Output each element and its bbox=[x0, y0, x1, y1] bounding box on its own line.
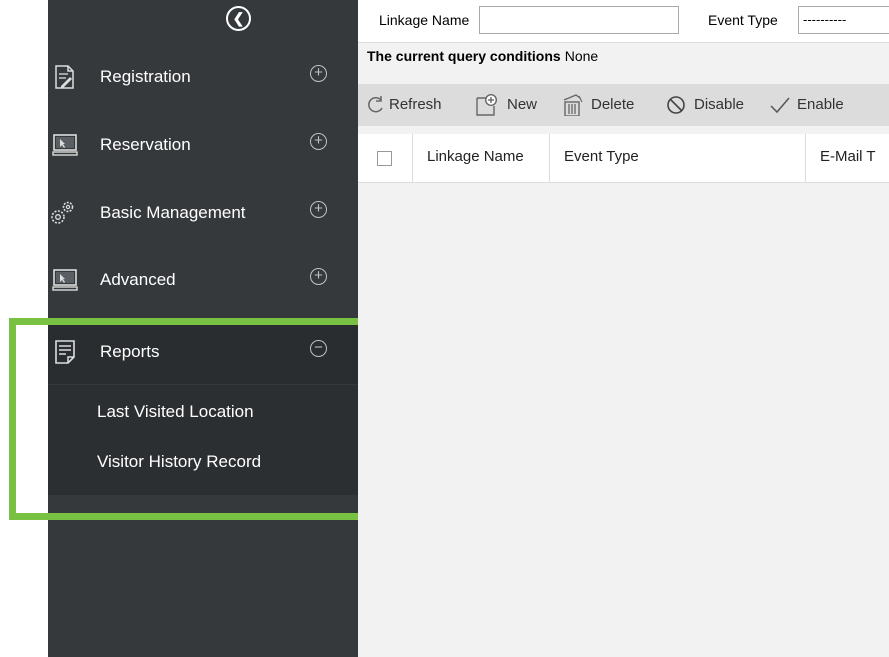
query-conditions: The current query conditions None bbox=[358, 48, 598, 70]
new-icon bbox=[476, 94, 497, 116]
disable-button[interactable]: Disable bbox=[666, 94, 766, 116]
select-all-column bbox=[358, 134, 413, 182]
linkage-name-label: Linkage Name bbox=[379, 12, 470, 28]
enable-button[interactable]: Enable bbox=[769, 94, 869, 116]
disable-icon bbox=[667, 96, 685, 114]
sidebar-item-registration[interactable]: Registration + bbox=[48, 45, 358, 109]
monitor-icon bbox=[52, 269, 78, 291]
refresh-label: Refresh bbox=[389, 96, 442, 113]
expand-icon[interactable]: + bbox=[310, 201, 327, 218]
sidebar-item-label: Advanced bbox=[100, 270, 176, 289]
sidebar-item-basic-management[interactable]: Basic Management + bbox=[48, 181, 358, 245]
expand-icon[interactable]: + bbox=[310, 268, 327, 285]
select-all-checkbox[interactable] bbox=[377, 151, 392, 166]
collapse-sidebar-icon[interactable]: ❮ bbox=[226, 6, 251, 31]
refresh-button[interactable]: Refresh bbox=[366, 94, 461, 116]
delete-button[interactable]: Delete bbox=[562, 94, 657, 116]
registration-icon bbox=[55, 65, 74, 89]
reservation-icon bbox=[52, 134, 78, 156]
event-type-select[interactable]: ---------- bbox=[798, 6, 889, 34]
linkage-name-input[interactable] bbox=[479, 6, 679, 34]
toolbar: Refresh New Delete Disable Enable bbox=[358, 84, 889, 126]
enable-label: Enable bbox=[797, 96, 844, 113]
query-conditions-value: None bbox=[564, 48, 599, 64]
delete-label: Delete bbox=[591, 96, 635, 113]
sidebar-item-label: Reservation bbox=[100, 135, 191, 154]
new-label: New bbox=[507, 96, 538, 113]
sidebar-item-label: Basic Management bbox=[100, 203, 246, 222]
refresh-icon bbox=[368, 96, 383, 113]
highlight-box bbox=[9, 318, 408, 520]
delete-icon bbox=[563, 94, 583, 116]
table-header: Linkage Name Event Type E-Mail T bbox=[358, 134, 889, 183]
sidebar-item-label: Registration bbox=[100, 67, 191, 86]
column-header[interactable]: Event Type bbox=[550, 134, 806, 182]
query-conditions-label: The current query conditions bbox=[367, 48, 561, 64]
sidebar-item-reservation[interactable]: Reservation + bbox=[48, 113, 358, 177]
filter-bar: Linkage Name Event Type ---------- bbox=[358, 0, 889, 43]
event-type-label: Event Type bbox=[708, 12, 778, 28]
expand-icon[interactable]: + bbox=[310, 133, 327, 150]
column-header[interactable]: E-Mail T bbox=[806, 134, 889, 182]
expand-icon[interactable]: + bbox=[310, 65, 327, 82]
main-content: Linkage Name Event Type ---------- The c… bbox=[358, 0, 889, 657]
disable-label: Disable bbox=[694, 96, 745, 113]
sidebar-item-advanced[interactable]: Advanced + bbox=[48, 248, 358, 312]
new-button[interactable]: New bbox=[475, 94, 555, 116]
column-header[interactable]: Linkage Name bbox=[413, 134, 550, 182]
check-icon bbox=[770, 97, 790, 114]
gears-icon bbox=[51, 201, 74, 224]
